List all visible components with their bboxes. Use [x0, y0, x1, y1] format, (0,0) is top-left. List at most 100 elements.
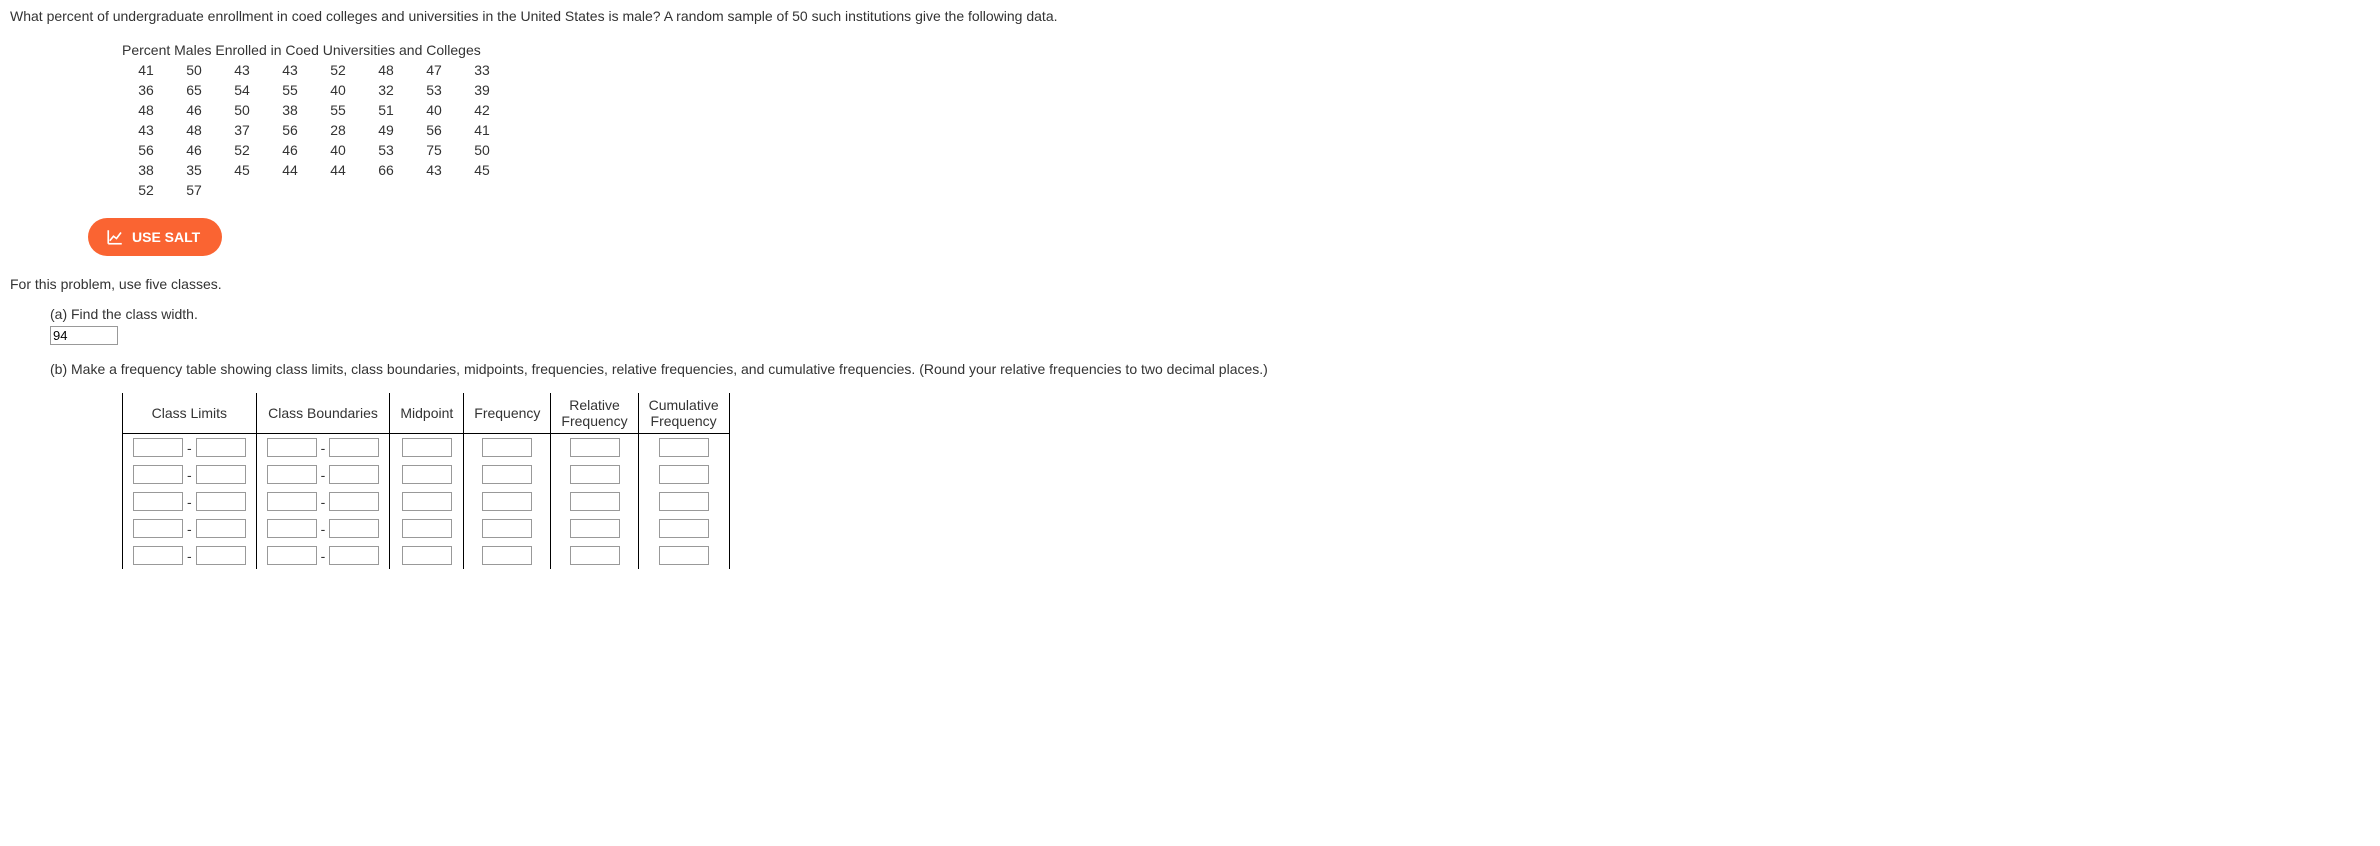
data-cell: 51: [362, 100, 410, 120]
header-midpoint: Midpoint: [390, 393, 464, 434]
dash: -: [321, 494, 326, 510]
data-cell: 55: [314, 100, 362, 120]
class-limit-high-input[interactable]: [196, 465, 246, 484]
midpoint-input[interactable]: [402, 492, 452, 511]
relative-frequency-input[interactable]: [570, 465, 620, 484]
dash: -: [321, 467, 326, 483]
data-section: Percent Males Enrolled in Coed Universit…: [122, 42, 2370, 200]
data-cell: 56: [122, 140, 170, 160]
dash: -: [187, 521, 192, 537]
class-limit-low-input[interactable]: [133, 438, 183, 457]
class-boundary-low-input[interactable]: [267, 519, 317, 538]
table-row: --: [123, 515, 730, 542]
dash: -: [187, 440, 192, 456]
data-cell: 42: [458, 100, 506, 120]
cumulative-frequency-input[interactable]: [659, 438, 709, 457]
relative-frequency-input[interactable]: [570, 546, 620, 565]
dash: -: [321, 521, 326, 537]
data-cell: 28: [314, 120, 362, 140]
data-cell: 38: [266, 100, 314, 120]
data-cell: 45: [218, 160, 266, 180]
part-a: (a) Find the class width.: [50, 306, 2370, 345]
relative-frequency-input[interactable]: [570, 492, 620, 511]
data-cell: 36: [122, 80, 170, 100]
data-cell: 41: [458, 120, 506, 140]
data-cell: 53: [362, 140, 410, 160]
cumulative-frequency-input[interactable]: [659, 546, 709, 565]
dash: -: [321, 548, 326, 564]
question-text: What percent of undergraduate enrollment…: [10, 8, 2370, 24]
data-cell: 53: [410, 80, 458, 100]
class-boundary-low-input[interactable]: [267, 546, 317, 565]
dash: -: [187, 548, 192, 564]
dash: -: [187, 494, 192, 510]
data-cell: 52: [122, 180, 170, 200]
data-cell: 40: [314, 140, 362, 160]
midpoint-input[interactable]: [402, 438, 452, 457]
class-width-input[interactable]: [50, 326, 118, 345]
frequency-input[interactable]: [482, 519, 532, 538]
data-cell: 46: [170, 100, 218, 120]
data-cell: [458, 180, 506, 200]
instruction-text: For this problem, use five classes.: [10, 276, 2370, 292]
data-row: 4150434352484733: [122, 60, 506, 80]
midpoint-input[interactable]: [402, 546, 452, 565]
data-cell: [218, 180, 266, 200]
relative-frequency-input[interactable]: [570, 438, 620, 457]
table-row: --: [123, 461, 730, 488]
class-limit-low-input[interactable]: [133, 465, 183, 484]
cumulative-frequency-input[interactable]: [659, 519, 709, 538]
class-limit-low-input[interactable]: [133, 519, 183, 538]
midpoint-input[interactable]: [402, 519, 452, 538]
frequency-input[interactable]: [482, 438, 532, 457]
class-boundary-high-input[interactable]: [329, 546, 379, 565]
dash: -: [321, 440, 326, 456]
class-boundary-low-input[interactable]: [267, 438, 317, 457]
data-row: 4846503855514042: [122, 100, 506, 120]
class-limit-high-input[interactable]: [196, 546, 246, 565]
chart-icon: [106, 228, 124, 246]
data-cell: 43: [410, 160, 458, 180]
data-grid: 4150434352484733366554554032533948465038…: [122, 60, 506, 200]
class-limit-low-input[interactable]: [133, 492, 183, 511]
frequency-table-wrap: Class Limits Class Boundaries Midpoint F…: [122, 393, 2370, 569]
header-cumulative-frequency: CumulativeFrequency: [638, 393, 729, 434]
data-cell: 35: [170, 160, 218, 180]
class-limit-high-input[interactable]: [196, 519, 246, 538]
frequency-input[interactable]: [482, 492, 532, 511]
class-boundary-high-input[interactable]: [329, 492, 379, 511]
dash: -: [187, 467, 192, 483]
data-cell: 45: [458, 160, 506, 180]
data-cell: 32: [362, 80, 410, 100]
table-row: --: [123, 434, 730, 462]
data-cell: 39: [458, 80, 506, 100]
class-limit-high-input[interactable]: [196, 492, 246, 511]
frequency-input[interactable]: [482, 465, 532, 484]
class-limit-low-input[interactable]: [133, 546, 183, 565]
data-cell: 47: [410, 60, 458, 80]
class-boundary-high-input[interactable]: [329, 465, 379, 484]
cumulative-frequency-input[interactable]: [659, 465, 709, 484]
data-cell: 41: [122, 60, 170, 80]
midpoint-input[interactable]: [402, 465, 452, 484]
data-cell: 33: [458, 60, 506, 80]
class-limit-high-input[interactable]: [196, 438, 246, 457]
relative-frequency-input[interactable]: [570, 519, 620, 538]
data-cell: 44: [266, 160, 314, 180]
class-boundary-high-input[interactable]: [329, 438, 379, 457]
table-row: --: [123, 542, 730, 569]
header-relative-frequency: RelativeFrequency: [551, 393, 638, 434]
data-cell: 56: [410, 120, 458, 140]
part-a-label: (a) Find the class width.: [50, 306, 2370, 322]
data-cell: 54: [218, 80, 266, 100]
class-boundary-high-input[interactable]: [329, 519, 379, 538]
use-salt-button[interactable]: USE SALT: [88, 218, 222, 256]
frequency-input[interactable]: [482, 546, 532, 565]
data-cell: 52: [218, 140, 266, 160]
header-class-limits: Class Limits: [123, 393, 257, 434]
class-boundary-low-input[interactable]: [267, 465, 317, 484]
cumulative-frequency-input[interactable]: [659, 492, 709, 511]
data-cell: 46: [170, 140, 218, 160]
data-cell: 50: [458, 140, 506, 160]
class-boundary-low-input[interactable]: [267, 492, 317, 511]
